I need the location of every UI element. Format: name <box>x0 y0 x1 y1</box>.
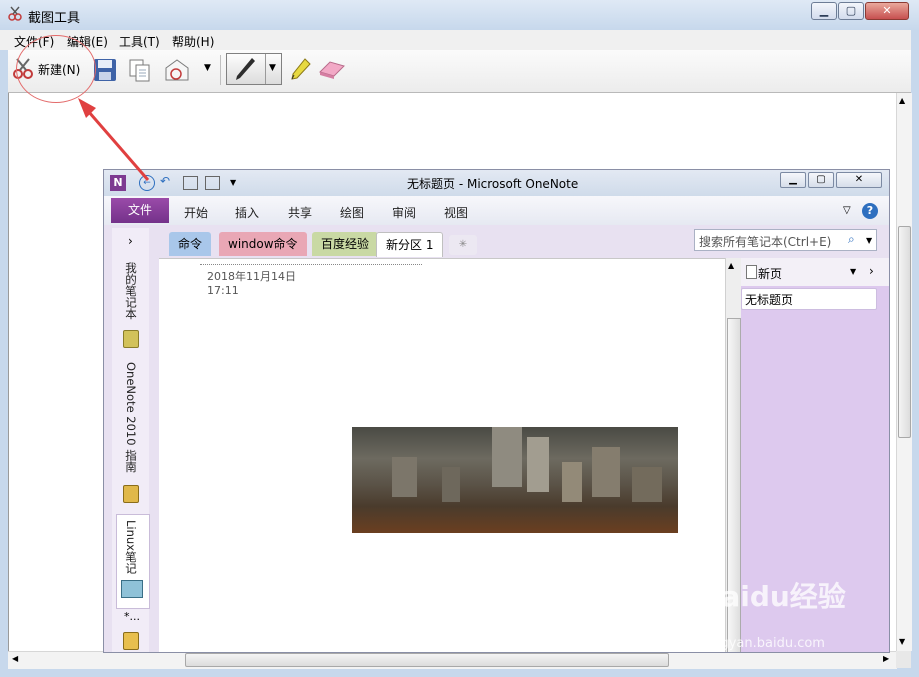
onenote-minimize-button[interactable]: ▁ <box>780 172 806 188</box>
section-tab-new-section[interactable]: 新分区 1 <box>376 232 444 257</box>
copy-icon[interactable] <box>127 57 153 83</box>
onenote-maximize-button[interactable]: ▢ <box>808 172 834 188</box>
search-scope-dropdown[interactable]: ▼ <box>866 236 872 245</box>
toolbar-divider <box>220 55 221 85</box>
annotation-arrow <box>78 98 150 181</box>
collapse-page-pane-icon[interactable]: › <box>869 264 874 278</box>
notebook-icon <box>123 330 139 348</box>
help-icon[interactable]: ? <box>862 203 878 219</box>
unfiled-notes-icon <box>123 632 139 650</box>
page-list-item-label: 无标题页 <box>745 293 794 307</box>
dock-icon[interactable] <box>183 176 198 190</box>
file-tab[interactable]: 文件 <box>111 198 169 223</box>
search-placeholder: 搜索所有笔记本(Ctrl+E) <box>699 235 832 249</box>
quick-access-dropdown[interactable]: ▼ <box>230 178 236 187</box>
close-button[interactable]: ✕ <box>865 2 909 20</box>
tab-draw[interactable]: 绘图 <box>340 204 364 221</box>
window-title: 截图工具 <box>28 11 81 26</box>
scroll-left-arrow[interactable]: ◀ <box>12 654 18 663</box>
unfiled-notes-label[interactable]: *... <box>124 610 140 623</box>
notebook-linux[interactable]: Linux笔记 <box>123 520 139 574</box>
undo-icon[interactable]: ↶ <box>160 174 170 188</box>
tab-insert[interactable]: 插入 <box>235 204 259 221</box>
notebook-onenote-guide[interactable]: OneNote 2010 指南 <box>123 362 139 472</box>
horizontal-scroll-thumb[interactable] <box>185 653 669 667</box>
watermark-logo: Baidu经验 <box>700 580 846 613</box>
open-notebook-icon <box>121 580 143 598</box>
menu-tools[interactable]: 工具(T) <box>119 33 160 50</box>
tab-view[interactable]: 视图 <box>444 204 468 221</box>
pen-split <box>265 54 266 84</box>
window-frame-left <box>0 50 8 668</box>
eraser-icon[interactable] <box>318 58 346 80</box>
expand-notebook-pane-icon[interactable]: › <box>128 234 133 248</box>
pen-icon <box>236 58 255 80</box>
notebook-icon <box>123 485 139 503</box>
page-time: 17:11 <box>207 284 239 297</box>
menu-help[interactable]: 帮助(H) <box>172 33 214 50</box>
page-scroll-up-arrow[interactable]: ▲ <box>728 261 734 270</box>
highlighter-icon[interactable] <box>288 57 314 83</box>
tab-share[interactable]: 共享 <box>288 204 312 221</box>
onenote-title: 无标题页 - Microsoft OneNote <box>407 177 579 191</box>
section-tab-window-commands[interactable]: window命令 <box>219 232 307 256</box>
title-bar <box>0 0 919 31</box>
window-frame-right <box>911 30 919 677</box>
ribbon-tab-bar <box>104 196 889 226</box>
minimize-button[interactable]: ▁ <box>811 2 837 20</box>
notebook-my-notebook[interactable]: 我的笔记本 <box>123 262 139 320</box>
scroll-down-arrow[interactable]: ▼ <box>899 637 905 646</box>
tab-home[interactable]: 开始 <box>184 204 208 221</box>
vertical-scroll-thumb[interactable] <box>898 226 911 438</box>
send-snip-icon[interactable] <box>164 57 190 83</box>
new-section-tab[interactable]: ✳ <box>449 235 477 255</box>
pen-dropdown-arrow[interactable]: ▼ <box>269 63 276 73</box>
city-photo <box>352 427 678 533</box>
tab-review[interactable]: 审阅 <box>392 204 416 221</box>
send-dropdown-arrow[interactable]: ▼ <box>204 63 211 73</box>
new-page-dropdown[interactable]: ▼ <box>850 267 856 276</box>
snipping-tool-icon <box>8 6 22 21</box>
new-page-icon[interactable] <box>746 265 757 279</box>
watermark-url: jingyan.baidu.com <box>705 636 825 651</box>
search-icon[interactable]: ⌕ <box>848 232 855 247</box>
page-date: 2018年11月14日 <box>207 270 296 283</box>
section-tab-commands[interactable]: 命令 <box>169 232 212 256</box>
ribbon-collapse-icon[interactable]: ▽ <box>843 205 851 216</box>
section-tab-baidu[interactable]: 百度经验 <box>312 232 379 256</box>
page-title-field[interactable] <box>200 258 422 265</box>
new-page-button[interactable]: 新页 <box>758 265 782 282</box>
page-view-icon[interactable] <box>205 176 220 190</box>
window-frame-bottom <box>0 668 919 677</box>
scrollbar-corner <box>896 651 911 668</box>
onenote-close-button[interactable]: ✕ <box>836 172 882 188</box>
scroll-right-arrow[interactable]: ▶ <box>883 654 889 663</box>
maximize-button[interactable]: ▢ <box>838 2 864 20</box>
scroll-up-arrow[interactable]: ▲ <box>899 96 905 105</box>
